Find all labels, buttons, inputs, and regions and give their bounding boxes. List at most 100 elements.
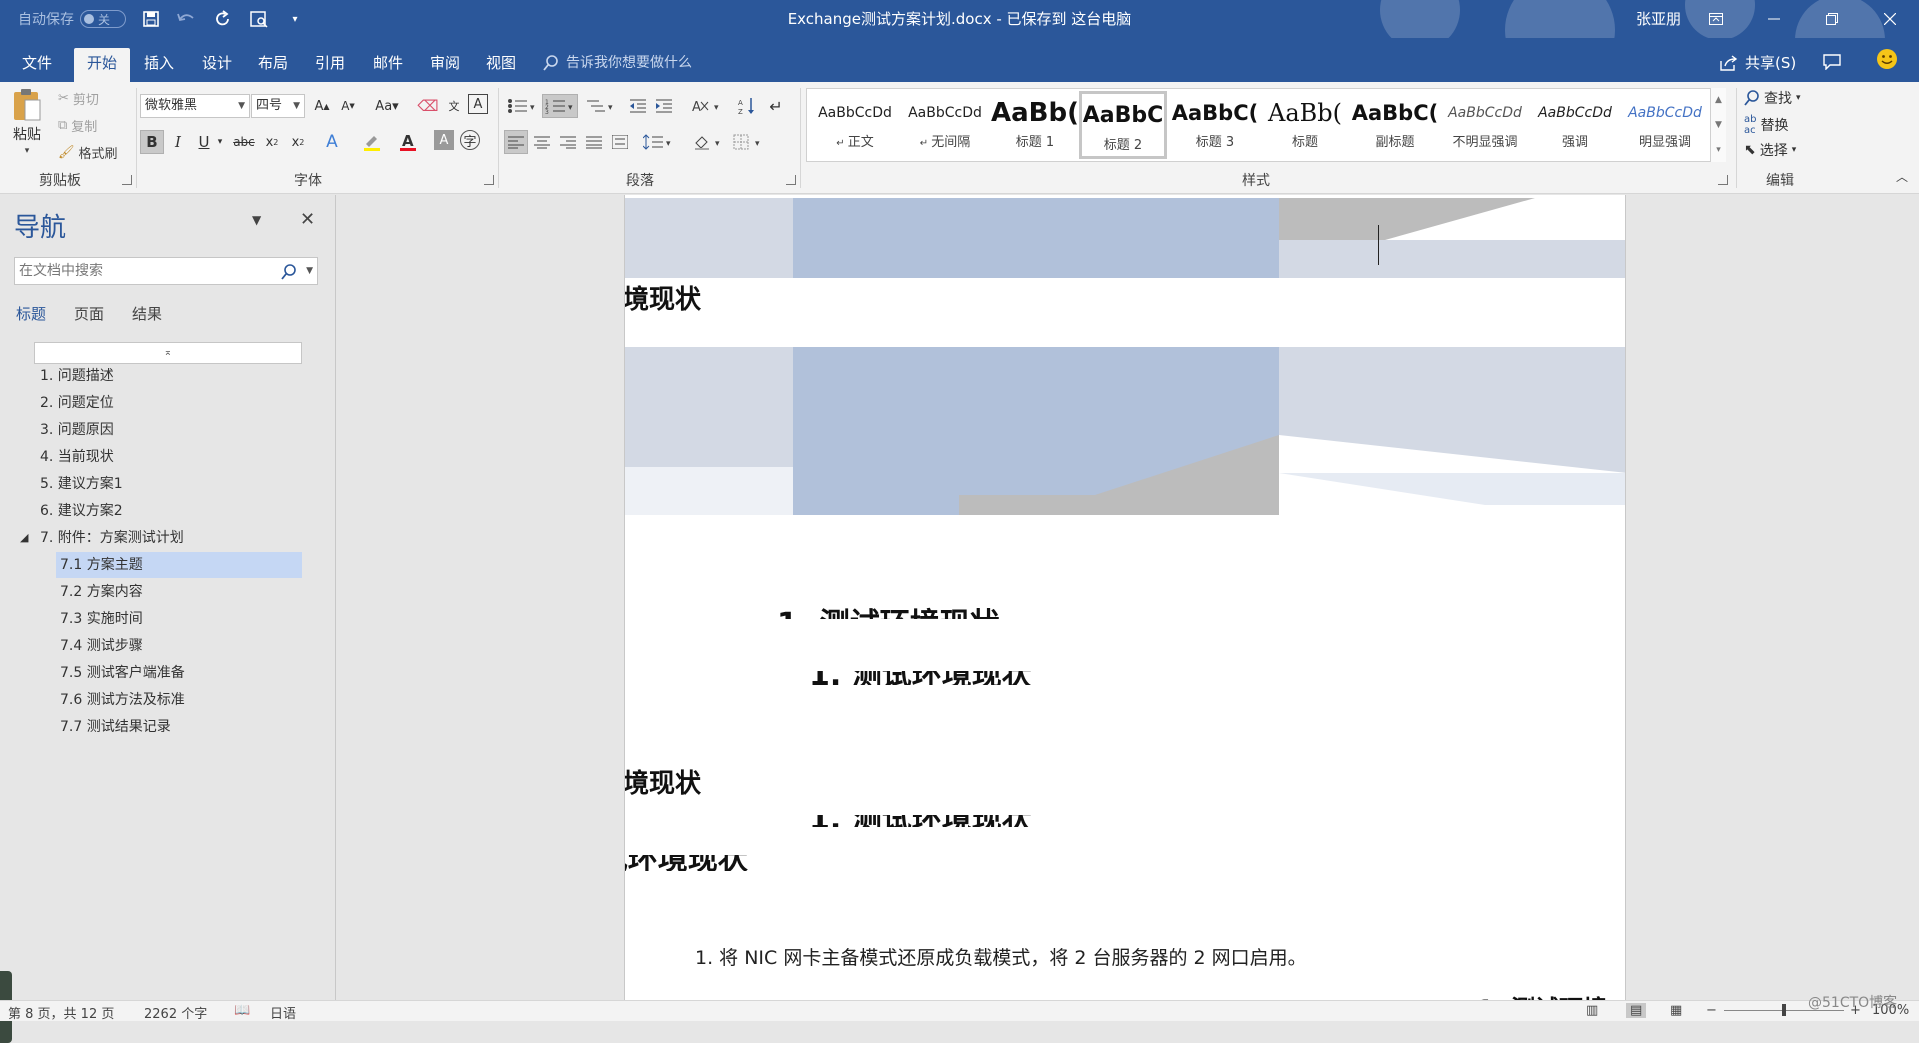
clear-formatting-icon[interactable]: ⌫ (416, 94, 440, 118)
style-subtitle[interactable]: AaBbC( 副标题 (1351, 91, 1439, 159)
ribbon-display-options-icon[interactable] (1687, 0, 1745, 38)
comments-icon[interactable] (1823, 54, 1841, 70)
heading-item[interactable]: 7.6 测试方法及标准 (60, 687, 185, 713)
tab-insert[interactable]: 插入 (136, 48, 182, 82)
shrink-font-icon[interactable]: A ▼ (336, 94, 360, 118)
chevron-up-icon[interactable]: ▲ (1715, 95, 1722, 105)
page-count[interactable]: 第 8 页，共 12 页 (8, 1003, 114, 1022)
style-heading-1[interactable]: AaBb( 标题 1 (991, 91, 1079, 159)
style-emphasis[interactable]: AaBbCcDd 强调 (1531, 91, 1619, 159)
autosave-switch[interactable]: 关 (80, 10, 126, 28)
tab-view[interactable]: 视图 (478, 48, 524, 82)
underline-dropdown-icon[interactable]: ▾ (214, 130, 226, 154)
tab-mailings[interactable]: 邮件 (365, 48, 411, 82)
heading-item[interactable]: 7.5 测试客户端准备 (60, 660, 185, 686)
bold-icon[interactable]: B (140, 130, 164, 154)
grow-font-icon[interactable]: A ▲ (310, 94, 334, 118)
copy-button[interactable]: ⧉ 复制 (58, 116, 97, 135)
font-color-icon[interactable]: A (396, 130, 420, 154)
heading-item[interactable]: 7.7 测试结果记录 (60, 714, 171, 740)
read-mode-icon[interactable]: ▥ (1586, 1003, 1598, 1018)
distributed-icon[interactable] (608, 130, 632, 154)
word-count[interactable]: 2262 个字 (144, 1003, 207, 1022)
bullets-icon[interactable]: ▾ (504, 94, 540, 118)
cut-button[interactable]: ✂ 剪切 (58, 89, 99, 108)
superscript-icon[interactable]: x2 (286, 130, 310, 154)
decrease-indent-icon[interactable] (626, 94, 650, 118)
clipboard-launcher-icon[interactable] (122, 175, 132, 185)
font-size-combo[interactable]: 四号 ▼ (251, 94, 305, 118)
italic-icon[interactable]: I (166, 130, 190, 154)
style-title[interactable]: AaBb( 标题 (1261, 91, 1349, 159)
zoom-out-icon[interactable]: − (1706, 1003, 1717, 1018)
font-name-combo[interactable]: 微软雅黑 ▼ (140, 94, 250, 118)
collapse-all-headings-button[interactable]: ⌅ (34, 342, 302, 364)
text-effects-icon[interactable]: A (320, 130, 344, 154)
chevron-down-icon[interactable]: ▼ (306, 258, 313, 284)
style-heading-3[interactable]: AaBbC( 标题 3 (1171, 91, 1259, 159)
style-no-spacing[interactable]: AaBbCcDd ↵ 无间隔 (901, 91, 989, 159)
doc-list-item[interactable]: 1. 将 NIC 网卡主备模式还原成负载模式，将 2 台服务器的 2 网口启用。 (695, 943, 1307, 970)
heading-item[interactable]: 2. 问题定位 (40, 390, 114, 416)
close-icon[interactable]: ✕ (300, 209, 315, 230)
phonetic-guide-icon[interactable]: 文 (442, 94, 466, 118)
language[interactable]: 日语 (270, 1003, 296, 1022)
collapse-ribbon-icon[interactable]: ︿ (1896, 168, 1908, 185)
minimize-icon[interactable] (1745, 0, 1803, 38)
heading-item-expanded[interactable]: ◢ 7. 附件：方案测试计划 (20, 525, 184, 551)
undo-icon[interactable] (176, 8, 198, 30)
underline-icon[interactable]: U (192, 130, 216, 154)
change-case-icon[interactable]: Aa▾ (370, 94, 404, 118)
heading-item[interactable]: 7.3 实施时间 (60, 606, 143, 632)
style-normal[interactable]: AaBbCcDd ↵ 正文 (811, 91, 899, 159)
heading-item[interactable]: 7.4 测试步骤 (60, 633, 143, 659)
document-page[interactable]: 境现状 1. 测试环境现状 1. 测试环境现状 境现状 1. 测试环境现状 1.… (624, 195, 1626, 1000)
web-layout-icon[interactable]: ▦ (1670, 1003, 1682, 1018)
heading-item[interactable]: 7.2 方案内容 (60, 579, 143, 605)
strikethrough-icon[interactable]: abc (232, 130, 256, 154)
nav-search-input[interactable]: 在文档中搜索 ▼ (14, 257, 318, 285)
autosave-toggle[interactable]: 自动保存 关 (18, 9, 126, 29)
tab-design[interactable]: 设计 (194, 48, 240, 82)
line-spacing-icon[interactable]: ▾ (640, 130, 676, 154)
nav-tab-pages[interactable]: 页面 (74, 303, 104, 324)
print-layout-icon[interactable]: ▤ (1626, 1003, 1647, 1018)
share-button[interactable]: 共享(S) (1720, 48, 1796, 78)
highlight-color-icon[interactable] (360, 130, 384, 154)
redo-icon[interactable] (212, 8, 234, 30)
heading-item-selected[interactable]: 7.1 方案主题 (56, 552, 302, 578)
select-button[interactable]: ⬉ 选择 ▾ (1744, 140, 1796, 160)
more-styles-icon[interactable]: ▾ (1716, 145, 1721, 155)
font-launcher-icon[interactable] (484, 175, 494, 185)
tab-review[interactable]: 审阅 (422, 48, 468, 82)
tab-references[interactable]: 引用 (307, 48, 353, 82)
tab-file[interactable]: 文件 (12, 48, 62, 82)
numbering-icon[interactable]: 1 2 3 ▾ (542, 94, 578, 118)
style-intense-emphasis[interactable]: AaBbCcDd 明显强调 (1621, 91, 1709, 159)
paste-button[interactable]: 粘贴 ▾ (12, 88, 42, 156)
nav-tab-results[interactable]: 结果 (132, 303, 162, 324)
nav-tab-headings[interactable]: 标题 (16, 303, 46, 324)
sort-icon[interactable]: AZ (736, 94, 760, 118)
align-center-icon[interactable] (530, 130, 554, 154)
feedback-smiley-icon[interactable] (1876, 48, 1898, 70)
styles-gallery-scroll[interactable]: ▲ ▼ ▾ (1710, 88, 1726, 162)
align-right-icon[interactable] (556, 130, 580, 154)
multilevel-list-icon[interactable]: ▾ (582, 94, 618, 118)
paste-dropdown-icon[interactable]: ▾ (25, 146, 30, 156)
expand-triangle-icon[interactable]: ◢ (20, 525, 28, 551)
proofing-icon[interactable]: 📖 (234, 1003, 250, 1018)
customize-qat-icon[interactable]: ▾ (284, 8, 306, 30)
character-shading-icon[interactable]: A (434, 130, 454, 150)
style-subtle-emphasis[interactable]: AaBbCcDd 不明显强调 (1441, 91, 1529, 159)
tab-layout[interactable]: 布局 (250, 48, 296, 82)
heading-item[interactable]: 1. 问题描述 (40, 363, 114, 389)
character-border-icon[interactable]: A (468, 94, 488, 114)
find-button[interactable]: 查找 ▾ (1744, 88, 1801, 108)
style-heading-2[interactable]: AaBbC 标题 2 (1079, 91, 1167, 159)
user-name[interactable]: 张亚朋 (1636, 0, 1681, 38)
tab-home[interactable]: 开始 (74, 48, 130, 82)
tell-me-box[interactable]: 告诉我你想要做什么 (543, 48, 692, 78)
align-left-icon[interactable] (504, 130, 528, 154)
chevron-down-icon[interactable]: ▼ (1715, 120, 1722, 130)
